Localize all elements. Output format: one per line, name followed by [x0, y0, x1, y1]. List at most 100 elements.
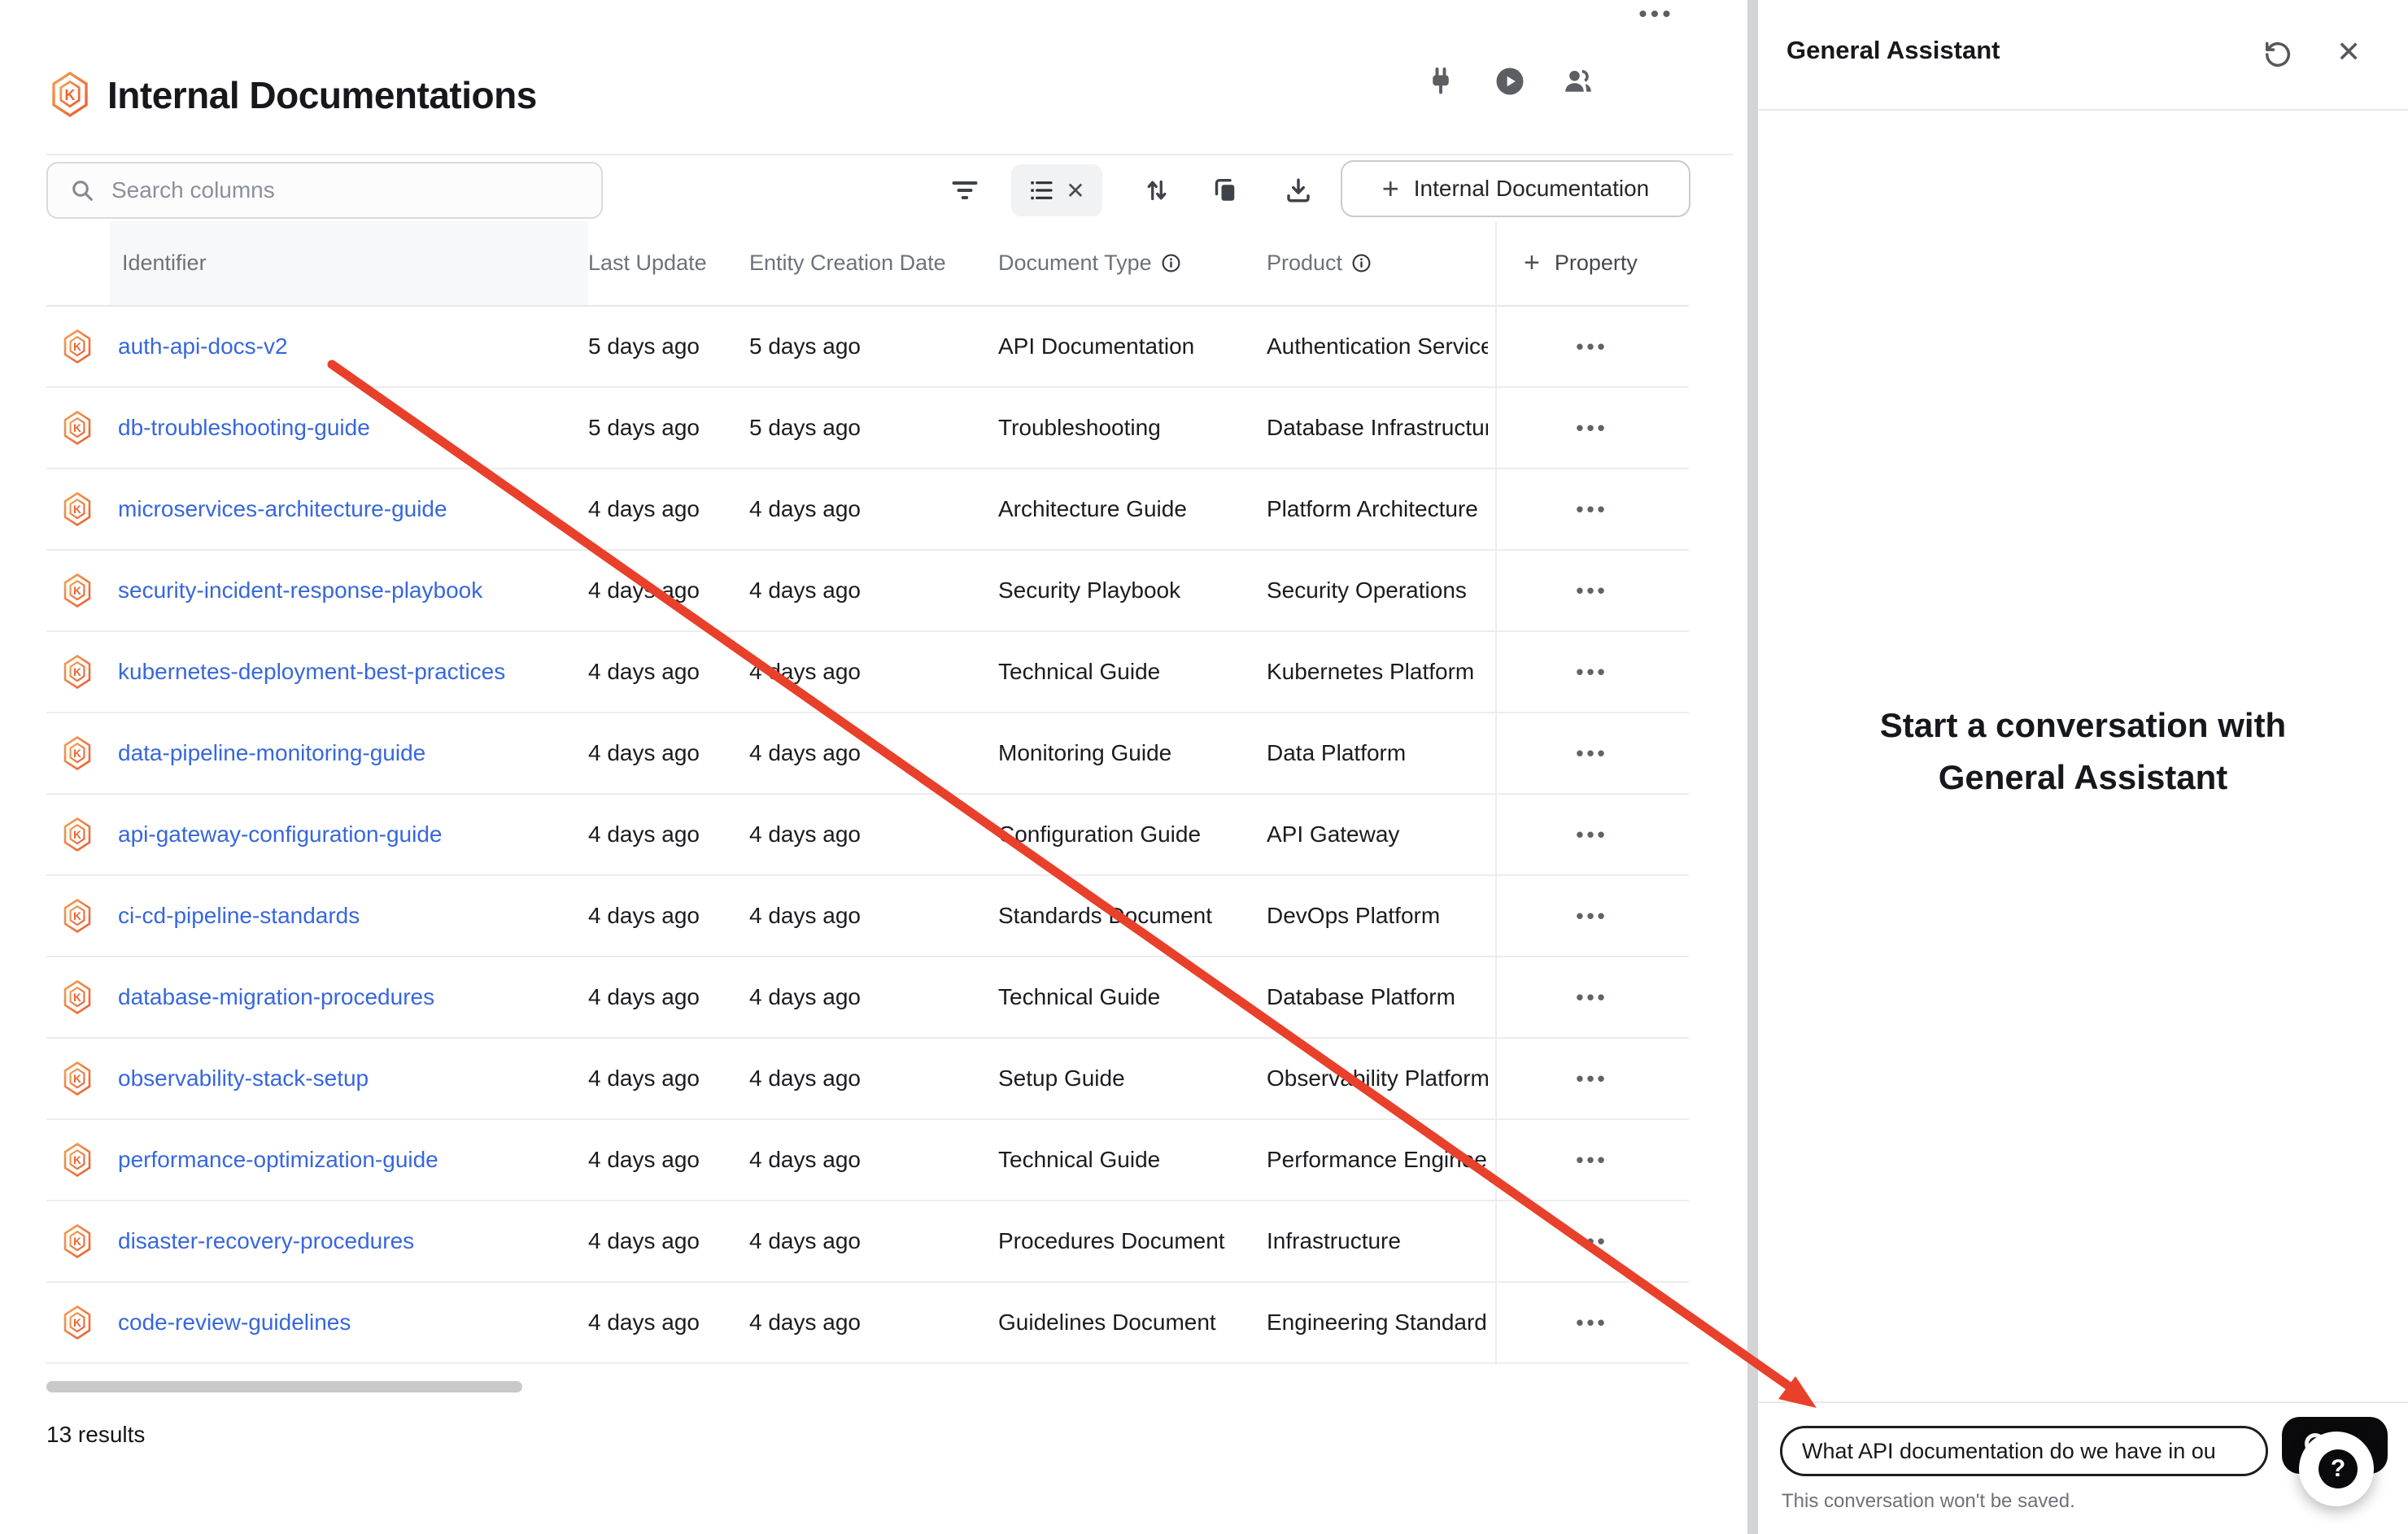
row-actions-button[interactable]: ••• — [1576, 1148, 1608, 1173]
row-identifier-link[interactable]: observability-stack-setup — [118, 1039, 369, 1118]
row-actions-button[interactable]: ••• — [1576, 578, 1608, 604]
row-identifier-link[interactable]: kubernetes-deployment-best-practices — [118, 632, 505, 712]
assistant-panel-title: General Assistant — [1786, 36, 2000, 65]
row-last-update: 5 days ago — [588, 388, 700, 468]
row-document-type: Standards Document — [998, 876, 1212, 956]
row-product: Authentication Service — [1267, 307, 1488, 386]
row-product: API Gateway — [1267, 795, 1488, 874]
svg-text:K: K — [65, 87, 76, 103]
svg-text:K: K — [73, 585, 81, 597]
row-last-update: 4 days ago — [588, 551, 700, 630]
row-document-type: API Documentation — [998, 307, 1194, 386]
row-document-type: Setup Guide — [998, 1039, 1125, 1118]
row-identifier-link[interactable]: auth-api-docs-v2 — [118, 307, 288, 386]
row-last-update: 4 days ago — [588, 1120, 700, 1200]
create-internal-documentation-button[interactable]: + Internal Documentation — [1341, 160, 1690, 217]
row-actions-button[interactable]: ••• — [1576, 985, 1608, 1010]
svg-text:K: K — [73, 1073, 81, 1085]
row-identifier-link[interactable]: performance-optimization-guide — [118, 1120, 438, 1200]
more-options-icon[interactable]: ••• — [1632, 0, 1681, 29]
row-identifier-link[interactable]: database-migration-procedures — [118, 957, 434, 1037]
row-actions-button[interactable]: ••• — [1576, 660, 1608, 685]
table-row: K performance-optimization-guide 4 days … — [46, 1120, 1689, 1201]
row-product: Security Operations — [1267, 551, 1488, 630]
view-toggle-pill[interactable]: ✕ — [1011, 164, 1102, 216]
row-document-type: Monitoring Guide — [998, 713, 1171, 793]
svg-text:K: K — [73, 910, 81, 922]
row-actions-button[interactable]: ••• — [1576, 416, 1608, 441]
row-document-type: Technical Guide — [998, 957, 1160, 1037]
column-header-product[interactable]: Product — [1267, 221, 1372, 305]
row-document-type: Procedures Document — [998, 1201, 1225, 1281]
document-icon: K — [63, 1143, 92, 1177]
plus-icon: + — [1382, 174, 1399, 203]
row-document-type: Architecture Guide — [998, 469, 1187, 549]
row-actions-button[interactable]: ••• — [1576, 497, 1608, 522]
add-property-button[interactable]: + Property — [1524, 221, 1638, 305]
column-header-identifier[interactable]: Identifier — [122, 221, 207, 305]
row-identifier-link[interactable]: security-incident-response-playbook — [118, 551, 482, 630]
svg-text:K: K — [73, 829, 81, 841]
document-icon: K — [63, 1061, 92, 1096]
row-entity-creation-date: 4 days ago — [749, 1283, 861, 1362]
horizontal-scrollbar[interactable] — [46, 1381, 522, 1392]
row-actions-button[interactable]: ••• — [1576, 904, 1608, 929]
row-actions-button[interactable]: ••• — [1576, 334, 1608, 360]
table-row: K data-pipeline-monitoring-guide 4 days … — [46, 713, 1689, 795]
svg-text:K: K — [73, 1154, 81, 1166]
clear-view-icon[interactable]: ✕ — [1066, 177, 1084, 204]
row-entity-creation-date: 4 days ago — [749, 632, 861, 712]
table-row: K auth-api-docs-v2 5 days ago 5 days ago… — [46, 307, 1689, 388]
row-entity-creation-date: 4 days ago — [749, 1120, 861, 1200]
row-identifier-link[interactable]: data-pipeline-monitoring-guide — [118, 713, 425, 793]
row-last-update: 4 days ago — [588, 1283, 700, 1362]
row-identifier-link[interactable]: ci-cd-pipeline-standards — [118, 876, 360, 956]
sort-icon[interactable] — [1142, 176, 1171, 205]
row-identifier-link[interactable]: microservices-architecture-guide — [118, 469, 447, 549]
table-row: K api-gateway-configuration-guide 4 days… — [46, 795, 1689, 876]
row-actions-button[interactable]: ••• — [1576, 1229, 1608, 1254]
column-header-document-type[interactable]: Document Type — [998, 221, 1182, 305]
row-product: Infrastructure — [1267, 1201, 1488, 1281]
filter-icon[interactable] — [950, 176, 979, 205]
row-product: Data Platform — [1267, 713, 1488, 793]
info-icon — [1350, 252, 1372, 274]
row-identifier-link[interactable]: code-review-guidelines — [118, 1283, 351, 1362]
row-entity-creation-date: 4 days ago — [749, 1201, 861, 1281]
row-identifier-link[interactable]: disaster-recovery-procedures — [118, 1201, 414, 1281]
svg-text:K: K — [73, 991, 81, 1004]
help-bubble[interactable]: ? — [2299, 1432, 2374, 1506]
row-document-type: Technical Guide — [998, 1120, 1160, 1200]
row-actions-button[interactable]: ••• — [1576, 741, 1608, 766]
row-identifier-link[interactable]: api-gateway-configuration-guide — [118, 795, 442, 874]
assistant-chat-input[interactable] — [1780, 1426, 2268, 1476]
plug-icon[interactable] — [1426, 67, 1455, 96]
row-entity-creation-date: 4 days ago — [749, 795, 861, 874]
download-icon[interactable] — [1284, 176, 1313, 205]
reset-conversation-icon[interactable] — [2262, 39, 2293, 70]
copy-icon[interactable] — [1211, 176, 1240, 205]
row-product: Engineering Standards — [1267, 1283, 1488, 1362]
row-last-update: 4 days ago — [588, 713, 700, 793]
header-divider — [46, 154, 1733, 155]
row-last-update: 4 days ago — [588, 957, 700, 1037]
table-row: K kubernetes-deployment-best-practices 4… — [46, 632, 1689, 713]
row-product: Platform Architecture — [1267, 469, 1488, 549]
row-last-update: 4 days ago — [588, 632, 700, 712]
row-actions-button[interactable]: ••• — [1576, 822, 1608, 848]
question-mark-icon: ? — [2319, 1449, 2358, 1488]
column-header-entity-creation-date[interactable]: Entity Creation Date — [749, 221, 946, 305]
row-last-update: 4 days ago — [588, 795, 700, 874]
panel-resize-strip[interactable] — [1747, 0, 1758, 1534]
row-actions-button[interactable]: ••• — [1576, 1066, 1608, 1092]
document-icon: K — [63, 573, 92, 608]
row-identifier-link[interactable]: db-troubleshooting-guide — [118, 388, 370, 468]
close-panel-icon[interactable]: ✕ — [2336, 34, 2361, 70]
people-icon[interactable] — [1564, 67, 1593, 96]
search-placeholder: Search columns — [111, 177, 275, 203]
play-icon[interactable] — [1495, 67, 1525, 96]
search-input[interactable]: Search columns — [46, 162, 603, 219]
column-header-last-update[interactable]: Last Update — [588, 221, 707, 305]
app-logo-icon: K — [50, 72, 89, 117]
row-actions-button[interactable]: ••• — [1576, 1310, 1608, 1336]
